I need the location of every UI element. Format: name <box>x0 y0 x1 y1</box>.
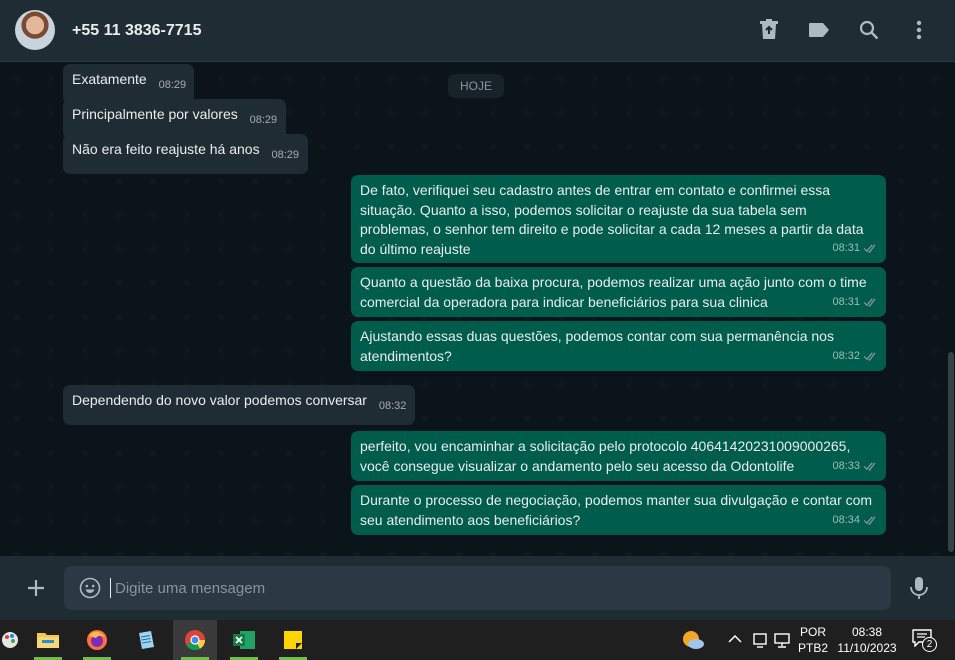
message-meta: 08:33 <box>832 457 878 477</box>
excel-icon <box>233 631 255 649</box>
contact-avatar[interactable] <box>15 10 55 50</box>
network-icon[interactable] <box>752 631 770 649</box>
message-time: 08:31 <box>832 241 860 254</box>
display-icon[interactable] <box>774 631 792 649</box>
message-incoming[interactable]: Exatamente 08:29 <box>63 64 195 104</box>
keyboard-layout: PTB2 <box>798 641 829 655</box>
chat-header: +55 11 3836-7715 <box>0 0 955 62</box>
language-indicator[interactable]: POR PTB2 <box>798 624 828 656</box>
chrome-icon <box>185 630 206 651</box>
message-incoming[interactable]: Não era feito reajuste há anos 08:29 <box>63 134 308 174</box>
message-time: 08:29 <box>271 149 299 161</box>
taskbar-sticky-notes[interactable] <box>271 620 315 660</box>
message-text: Não era feito reajuste há anos <box>72 141 260 157</box>
double-check-icon <box>863 298 876 308</box>
archive-button[interactable] <box>757 18 781 42</box>
menu-icon <box>916 20 922 40</box>
message-text: Dependendo do novo valor podemos convers… <box>72 392 367 408</box>
search-icon <box>859 20 879 40</box>
double-check-icon <box>863 352 876 362</box>
message-time: 08:33 <box>832 459 860 472</box>
taskbar-excel[interactable] <box>222 620 266 660</box>
day-chip: HOJE <box>448 74 505 98</box>
clock[interactable]: 08:38 11/10/2023 <box>834 624 900 656</box>
message-text: perfeito, vou encaminhar a solicitação p… <box>360 438 851 474</box>
weather-icon[interactable] <box>680 628 706 652</box>
message-time: 08:29 <box>158 79 187 91</box>
message-meta: 08:34 <box>832 511 878 531</box>
attach-plus-icon[interactable] <box>24 576 48 600</box>
message-meta: 08:31 <box>832 293 878 313</box>
paint-app-icon <box>2 632 18 648</box>
message-input[interactable] <box>110 578 880 598</box>
message-text: Quanto a questão da baixa procura, podem… <box>360 274 867 310</box>
message-time: 08:29 <box>249 114 278 126</box>
double-check-icon <box>863 462 876 472</box>
message-outgoing[interactable]: Quanto a questão da baixa procura, podem… <box>351 267 886 317</box>
message-meta: 08:31 <box>832 239 878 259</box>
message-incoming[interactable]: Principalmente por valores 08:29 <box>63 99 287 139</box>
microphone-icon[interactable] <box>908 576 930 600</box>
message-text: Principalmente por valores <box>72 106 238 122</box>
message-outgoing[interactable]: perfeito, vou encaminhar a solicitação p… <box>351 431 886 481</box>
message-meta: 08:32 <box>832 347 878 367</box>
contact-name[interactable]: +55 11 3836-7715 <box>72 22 201 40</box>
double-check-icon <box>863 244 876 254</box>
archive-icon <box>760 19 778 39</box>
taskbar-chrome[interactable] <box>173 620 217 660</box>
notepad-icon <box>139 631 154 649</box>
message-time: 08:32 <box>378 400 407 412</box>
notification-center-button[interactable]: 2 <box>912 629 938 652</box>
taskbar-notepad[interactable] <box>124 620 168 660</box>
message-text: Ajustando essas duas questões, podemos c… <box>360 328 834 364</box>
message-list[interactable]: HOJE Exatamente 08:29 Principalmente por… <box>0 62 955 556</box>
search-button[interactable] <box>857 18 881 42</box>
message-text: De fato, verifiquei seu cadastro antes d… <box>360 182 864 257</box>
clock-date: 11/10/2023 <box>837 641 897 655</box>
language-code: POR <box>799 625 826 639</box>
windows-taskbar: POR PTB2 08:38 11/10/2023 2 <box>0 620 955 660</box>
firefox-icon <box>87 630 107 650</box>
clock-time: 08:38 <box>851 625 883 639</box>
message-time: 08:32 <box>832 349 860 362</box>
chevron-up-icon[interactable] <box>728 634 742 644</box>
menu-button[interactable] <box>907 18 931 42</box>
taskbar-firefox[interactable] <box>75 620 119 660</box>
emoji-icon[interactable] <box>79 577 101 599</box>
composer-bar <box>0 556 955 620</box>
message-text: Durante o processo de negociação, podemo… <box>360 492 873 528</box>
chat-scrollbar[interactable] <box>948 352 954 552</box>
message-outgoing[interactable]: De fato, verifiquei seu cadastro antes d… <box>351 175 886 263</box>
taskbar-file-explorer[interactable] <box>26 620 70 660</box>
message-incoming[interactable]: Dependendo do novo valor podemos convers… <box>63 385 416 425</box>
message-text: Exatamente <box>72 71 147 87</box>
sticky-notes-icon <box>284 631 302 649</box>
message-input-wrapper <box>64 566 891 610</box>
message-time: 08:34 <box>832 513 860 526</box>
notification-count-badge: 2 <box>922 637 937 652</box>
message-outgoing[interactable]: Durante o processo de negociação, podemo… <box>351 485 886 535</box>
message-time: 08:31 <box>832 295 860 308</box>
whatsapp-window: +55 11 3836-7715 HOJE Exatamente 08:29 P… <box>0 0 955 660</box>
file-explorer-icon <box>37 633 59 648</box>
message-outgoing[interactable]: Ajustando essas duas questões, podemos c… <box>351 321 886 371</box>
label-button[interactable] <box>807 18 831 42</box>
label-icon <box>809 23 829 37</box>
double-check-icon <box>863 516 876 526</box>
